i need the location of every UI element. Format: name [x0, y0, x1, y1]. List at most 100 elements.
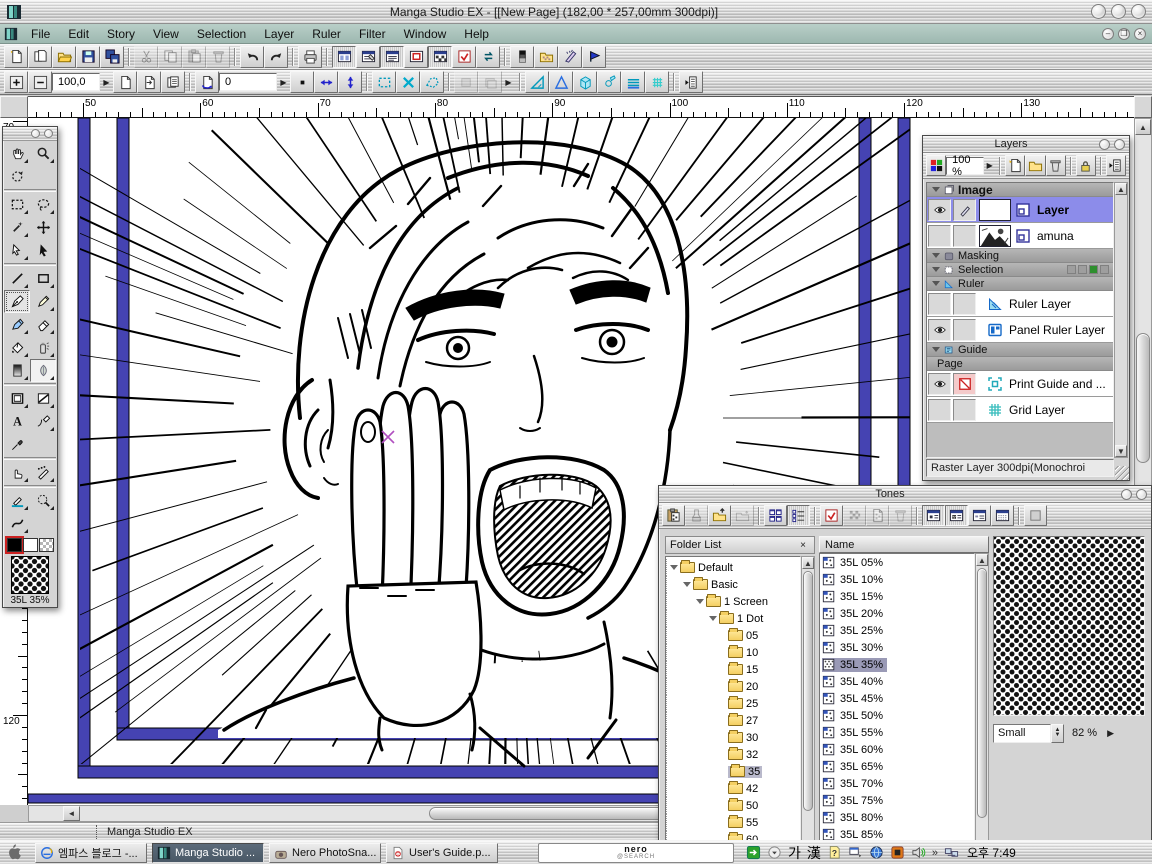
tone-item-35l-80-[interactable]: 35L 80%	[820, 809, 974, 826]
opacity-menu-arrow[interactable]: ▶	[984, 157, 995, 175]
save-all-button[interactable]	[100, 46, 124, 68]
tray-window-icon[interactable]	[848, 845, 863, 860]
layer-group-masking[interactable]: Masking	[927, 249, 1113, 263]
scale-selection-button[interactable]	[396, 71, 420, 93]
rotate-tool[interactable]	[4, 165, 30, 188]
mdi-restore-button[interactable]: ❐	[1118, 28, 1130, 40]
story-pane-toggle[interactable]	[356, 46, 380, 68]
draw-toggle[interactable]	[953, 199, 976, 221]
rotation-value-field[interactable]: 0	[219, 73, 277, 91]
menu-edit[interactable]: Edit	[59, 25, 98, 43]
display-mode-4-button[interactable]	[991, 505, 1014, 526]
tone-item-35l-75-[interactable]: 35L 75%	[820, 792, 974, 809]
tray-globe-icon[interactable]	[869, 845, 884, 860]
new-story-button[interactable]	[28, 46, 52, 68]
finger-tool[interactable]	[4, 461, 30, 484]
tone-list-scrollbar[interactable]: ▲	[975, 553, 989, 859]
scroll-up-button[interactable]: ▲	[1135, 119, 1151, 135]
delete-layer-button[interactable]	[1046, 155, 1066, 176]
tone-item-35l-20-[interactable]: 35L 20%	[820, 605, 974, 622]
tone-folder-55[interactable]: 55	[666, 814, 800, 831]
layer-row-amuna[interactable]: amuna	[927, 223, 1113, 249]
frame-pane-toggle[interactable]	[404, 46, 428, 68]
tray-speaker-icon[interactable]	[911, 845, 926, 860]
visibility-toggle[interactable]	[928, 319, 951, 341]
current-tone-swatch[interactable]	[11, 556, 49, 594]
transparent-color-swatch[interactable]	[39, 538, 54, 552]
tray-orange-icon[interactable]	[890, 845, 905, 860]
gradient-tool[interactable]	[4, 359, 30, 382]
refresh-button[interactable]	[476, 46, 500, 68]
lasso-tool[interactable]	[30, 193, 56, 216]
pages-pane-toggle[interactable]	[332, 46, 356, 68]
menu-file[interactable]: File	[22, 25, 59, 43]
new-tone-button[interactable]	[866, 505, 889, 526]
window-maximize-button[interactable]	[1111, 4, 1126, 19]
paste-tone-button[interactable]	[662, 505, 685, 526]
magic-wand-tool[interactable]	[4, 216, 30, 239]
menu-layer[interactable]: Layer	[255, 25, 303, 43]
tone-folder-default[interactable]: Default	[666, 559, 800, 576]
menu-ruler[interactable]: Ruler	[303, 25, 350, 43]
thumbnail-view-button[interactable]	[764, 505, 787, 526]
menu-help[interactable]: Help	[455, 25, 498, 43]
eraser-tool[interactable]	[30, 313, 56, 336]
layers-collapse-button[interactable]	[1099, 139, 1110, 150]
tone-item-35l-25-[interactable]: 35L 25%	[820, 622, 974, 639]
visibility-toggle[interactable]	[928, 199, 951, 221]
layer-color-button[interactable]	[926, 155, 946, 176]
layer-group-page[interactable]: Page	[927, 357, 1113, 371]
paste-button[interactable]	[182, 46, 206, 68]
ruler-parallel-button[interactable]	[621, 71, 645, 93]
layers-scrollbar[interactable]: ▲ ▼	[1114, 182, 1128, 458]
menu-selection[interactable]: Selection	[188, 25, 255, 43]
tone-folder-30[interactable]: 30	[666, 729, 800, 746]
ime-indicator[interactable]: 가	[788, 843, 801, 863]
tone-item-35l-70-[interactable]: 35L 70%	[820, 775, 974, 792]
panel-tool[interactable]	[4, 387, 30, 410]
zoom-tool[interactable]	[30, 142, 56, 165]
zoom-menu-arrow[interactable]: ▶	[100, 73, 113, 91]
tone-item-35l-50-[interactable]: 35L 50%	[820, 707, 974, 724]
vertical-scroll-thumb[interactable]	[1136, 333, 1150, 463]
draw-toggle[interactable]	[953, 319, 976, 341]
taskbar-task-pdf[interactable]: User's Guide.p...	[386, 843, 498, 863]
join-line-tool[interactable]	[30, 410, 56, 433]
tone-folder-50[interactable]: 50	[666, 797, 800, 814]
visibility-toggle[interactable]	[928, 399, 951, 421]
tones-collapse-button[interactable]	[1121, 489, 1132, 500]
folder-up-button[interactable]	[708, 505, 731, 526]
tone-item-35l-40-[interactable]: 35L 40%	[820, 673, 974, 690]
menu-view[interactable]: View	[144, 25, 188, 43]
open-button[interactable]	[52, 46, 76, 68]
tone-folder-1-dot[interactable]: 1 Dot	[666, 610, 800, 627]
draw-toggle[interactable]	[953, 225, 976, 247]
toolbox-collapse-button[interactable]	[31, 129, 40, 138]
tone-folder-25[interactable]: 25	[666, 695, 800, 712]
shape-tool[interactable]	[30, 267, 56, 290]
tone-item-35l-35-[interactable]: 35L 35%	[820, 656, 974, 673]
tone-folder-pane-button[interactable]	[534, 46, 558, 68]
zoom-out-button[interactable]	[28, 71, 52, 93]
tray-help-icon[interactable]: ?	[827, 845, 842, 860]
materials-pane-button[interactable]	[558, 46, 582, 68]
preview-size-select[interactable]: Small	[993, 724, 1051, 743]
name-column-header[interactable]: Name	[819, 536, 989, 553]
ruler-select-tool[interactable]	[30, 489, 56, 512]
tone-item-35l-60-[interactable]: 35L 60%	[820, 741, 974, 758]
display-mode-3-button[interactable]	[968, 505, 991, 526]
mdi-close-button[interactable]: ×	[1134, 28, 1146, 40]
tray-network-icon[interactable]	[944, 845, 959, 860]
convert-selection-button[interactable]	[372, 71, 396, 93]
layer-opacity-field[interactable]: 100 %	[946, 157, 984, 175]
dot-pen-tool[interactable]	[30, 461, 56, 484]
toolbar-menu-button[interactable]	[679, 71, 703, 93]
ruler-grid-button[interactable]	[645, 71, 669, 93]
tray-launch-icon[interactable]	[746, 845, 761, 860]
tone-folder-27[interactable]: 27	[666, 712, 800, 729]
layers-close-button[interactable]	[1114, 139, 1125, 150]
draw-toggle[interactable]	[953, 373, 976, 395]
taskbar-task-nero[interactable]: Nero PhotoSna...	[269, 843, 381, 863]
tone-item-35l-30-[interactable]: 35L 30%	[820, 639, 974, 656]
tone-folder-15[interactable]: 15	[666, 661, 800, 678]
